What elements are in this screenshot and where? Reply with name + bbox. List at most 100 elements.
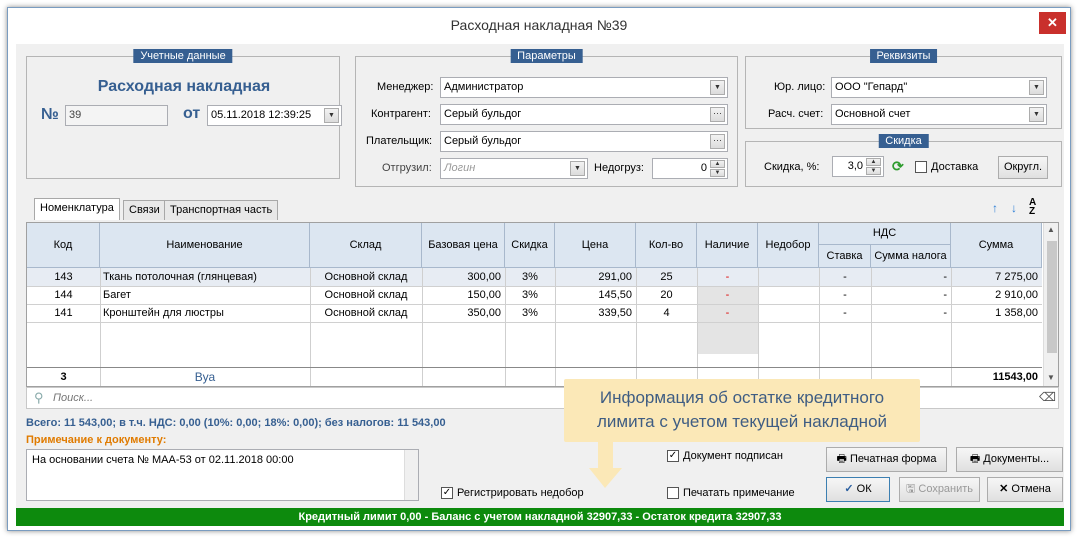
note-scrollbar[interactable] xyxy=(404,450,418,500)
manager-select[interactable]: Администратор ▼ xyxy=(440,77,728,98)
scroll-down-icon[interactable]: ▼ xyxy=(1047,373,1055,382)
cell-name: Кронштейн для люстры xyxy=(103,307,224,319)
callout-line-1: Информация об остатке кредитного xyxy=(599,388,885,407)
tab-transport[interactable]: Транспортная часть xyxy=(164,200,279,220)
parameters-group: Параметры Менеджер: Администратор ▼ Конт… xyxy=(355,49,738,187)
credit-status-bar: Кредитный лимит 0,00 - Баланс с учетом н… xyxy=(16,508,1064,526)
col-availability-header[interactable]: Наличие xyxy=(697,223,758,268)
scroll-up-icon[interactable]: ▲ xyxy=(1047,225,1055,234)
account-select[interactable]: Основной счет ▼ xyxy=(831,104,1047,125)
ok-button[interactable]: ✓ ОК xyxy=(826,477,890,502)
credit-info-callout: Информация об остатке кредитного лимита … xyxy=(564,379,920,442)
delivery-checkbox[interactable] xyxy=(915,161,927,173)
invoice-window: Расходная накладная №39 ✕ Учетные данные… xyxy=(7,7,1071,531)
document-date-picker[interactable]: 05.11.2018 12:39:25 ▼ xyxy=(207,105,342,126)
cell-base-price: 350,00 xyxy=(467,307,501,319)
number-sign: № xyxy=(41,106,59,123)
legal-entity-select[interactable]: ООО "Гепард" ▼ xyxy=(831,77,1047,98)
document-number-field[interactable]: 39 xyxy=(65,105,168,126)
discount-caption: Скидка xyxy=(878,134,929,148)
col-price-header[interactable]: Цена xyxy=(555,223,636,268)
cell-qty: 4 xyxy=(663,307,670,319)
note-label: Примечание к документу: xyxy=(26,434,167,446)
chevron-down-icon[interactable]: ▼ xyxy=(710,80,725,95)
counterparty-label: Контрагент: xyxy=(371,108,431,120)
chevron-down-icon[interactable]: ▼ xyxy=(1029,80,1044,95)
printer-icon: 🖶 xyxy=(836,453,847,465)
refresh-icon[interactable]: ⟳ xyxy=(892,158,904,175)
cell-vat-amount: - xyxy=(943,271,947,283)
signed-label: Документ подписан xyxy=(683,450,783,462)
cell-warehouse: Основной склад xyxy=(324,307,408,319)
ellipsis-icon[interactable]: ··· xyxy=(710,107,725,122)
print-note-checkbox[interactable] xyxy=(667,487,679,499)
col-warehouse-header[interactable]: Склад xyxy=(310,223,422,268)
spin-up-icon[interactable]: ▲ xyxy=(866,158,881,166)
spin-up-icon[interactable]: ▲ xyxy=(710,160,725,168)
chevron-down-icon[interactable]: ▼ xyxy=(324,108,339,123)
search-input[interactable] xyxy=(53,390,453,406)
shipped-label: Отгрузил: xyxy=(382,162,432,174)
col-base-price-header[interactable]: Базовая цена xyxy=(422,223,505,268)
shipped-select[interactable]: Логин ▼ xyxy=(440,158,588,179)
register-shortage-checkbox[interactable]: ✓ xyxy=(441,487,453,499)
documents-button[interactable]: 🖶 Документы... xyxy=(956,447,1063,472)
col-vat-amount-header[interactable]: Сумма налога xyxy=(871,245,951,268)
signed-checkbox[interactable]: ✓ xyxy=(667,450,679,462)
col-shortage-header[interactable]: Недобор xyxy=(758,223,819,268)
sort-az-icon[interactable]: AZ xyxy=(1029,198,1036,217)
counterparty-field[interactable]: Серый бульдог ··· xyxy=(440,104,728,125)
arrow-down-icon[interactable]: ↓ xyxy=(1011,201,1017,215)
col-code-header[interactable]: Код xyxy=(27,223,100,268)
cell-qty: 20 xyxy=(660,289,673,301)
requisites-group: Реквизиты Юр. лицо: ООО "Гепард" ▼ Расч.… xyxy=(745,49,1062,129)
cell-vat-rate: - xyxy=(843,289,847,301)
cell-discount: 3% xyxy=(522,289,538,301)
cell-warehouse: Основной склад xyxy=(324,271,408,283)
shortfall-spinner[interactable]: 0 ▲ ▼ xyxy=(652,158,728,179)
clear-search-icon[interactable]: ⌫ xyxy=(1039,390,1056,404)
col-sum-header[interactable]: Сумма xyxy=(951,223,1042,268)
cell-price: 291,00 xyxy=(598,271,632,283)
chevron-down-icon[interactable]: ▼ xyxy=(570,161,585,176)
tab-links[interactable]: Связи xyxy=(123,200,166,220)
close-button[interactable]: ✕ xyxy=(1039,12,1066,34)
cell-warehouse: Основной склад xyxy=(324,289,408,301)
spin-down-icon[interactable]: ▼ xyxy=(710,169,725,177)
cell-availability: - xyxy=(725,307,730,319)
cell-code: 143 xyxy=(54,271,73,283)
arrow-up-icon[interactable]: ↑ xyxy=(992,201,998,215)
col-vat-rate-header[interactable]: Ставка xyxy=(819,245,871,268)
discount-spinner[interactable]: 3,0 ▲ ▼ xyxy=(832,156,884,177)
ellipsis-icon[interactable]: ··· xyxy=(710,134,725,149)
cell-base-price: 300,00 xyxy=(467,271,501,283)
round-button[interactable]: Округл. xyxy=(998,156,1048,179)
payer-field[interactable]: Серый бульдог ··· xyxy=(440,131,728,152)
cell-vat-amount: - xyxy=(943,289,947,301)
tab-nomenclature[interactable]: Номенклатура xyxy=(34,198,120,220)
spin-down-icon[interactable]: ▼ xyxy=(866,167,881,175)
table-scrollbar[interactable]: ▲ ▼ xyxy=(1043,223,1058,386)
cancel-button[interactable]: ✕ Отмена xyxy=(987,477,1063,502)
print-form-button[interactable]: 🖶 Печатная форма xyxy=(826,447,947,472)
cell-sum: 2 910,00 xyxy=(995,289,1038,301)
cancel-label: Отмена xyxy=(1011,483,1051,495)
account-label: Расч. счет: xyxy=(768,108,824,120)
col-discount-header[interactable]: Скидка xyxy=(505,223,555,268)
scroll-thumb[interactable] xyxy=(1047,241,1057,353)
cell-base-price: 150,00 xyxy=(467,289,501,301)
printer-icon: 🖶 xyxy=(969,453,981,465)
col-name-header[interactable]: Наименование xyxy=(100,223,310,268)
manager-label: Менеджер: xyxy=(377,81,434,93)
col-qty-header[interactable]: Кол-во xyxy=(636,223,697,268)
save-button[interactable]: 🖫 Сохранить xyxy=(899,477,980,502)
footer-label: Вуа xyxy=(194,370,216,384)
account-value: Основной счет xyxy=(835,108,911,120)
chevron-down-icon[interactable]: ▼ xyxy=(1029,107,1044,122)
window-title: Расходная накладная №39 xyxy=(8,8,1070,42)
cell-price: 339,50 xyxy=(598,307,632,319)
note-textarea[interactable]: На основании счета № МАА-53 от 02.11.201… xyxy=(26,449,419,501)
save-icon: 🖫 xyxy=(905,483,916,495)
cell-vat-rate: - xyxy=(843,307,847,319)
search-icon: ⚲ xyxy=(34,390,44,405)
